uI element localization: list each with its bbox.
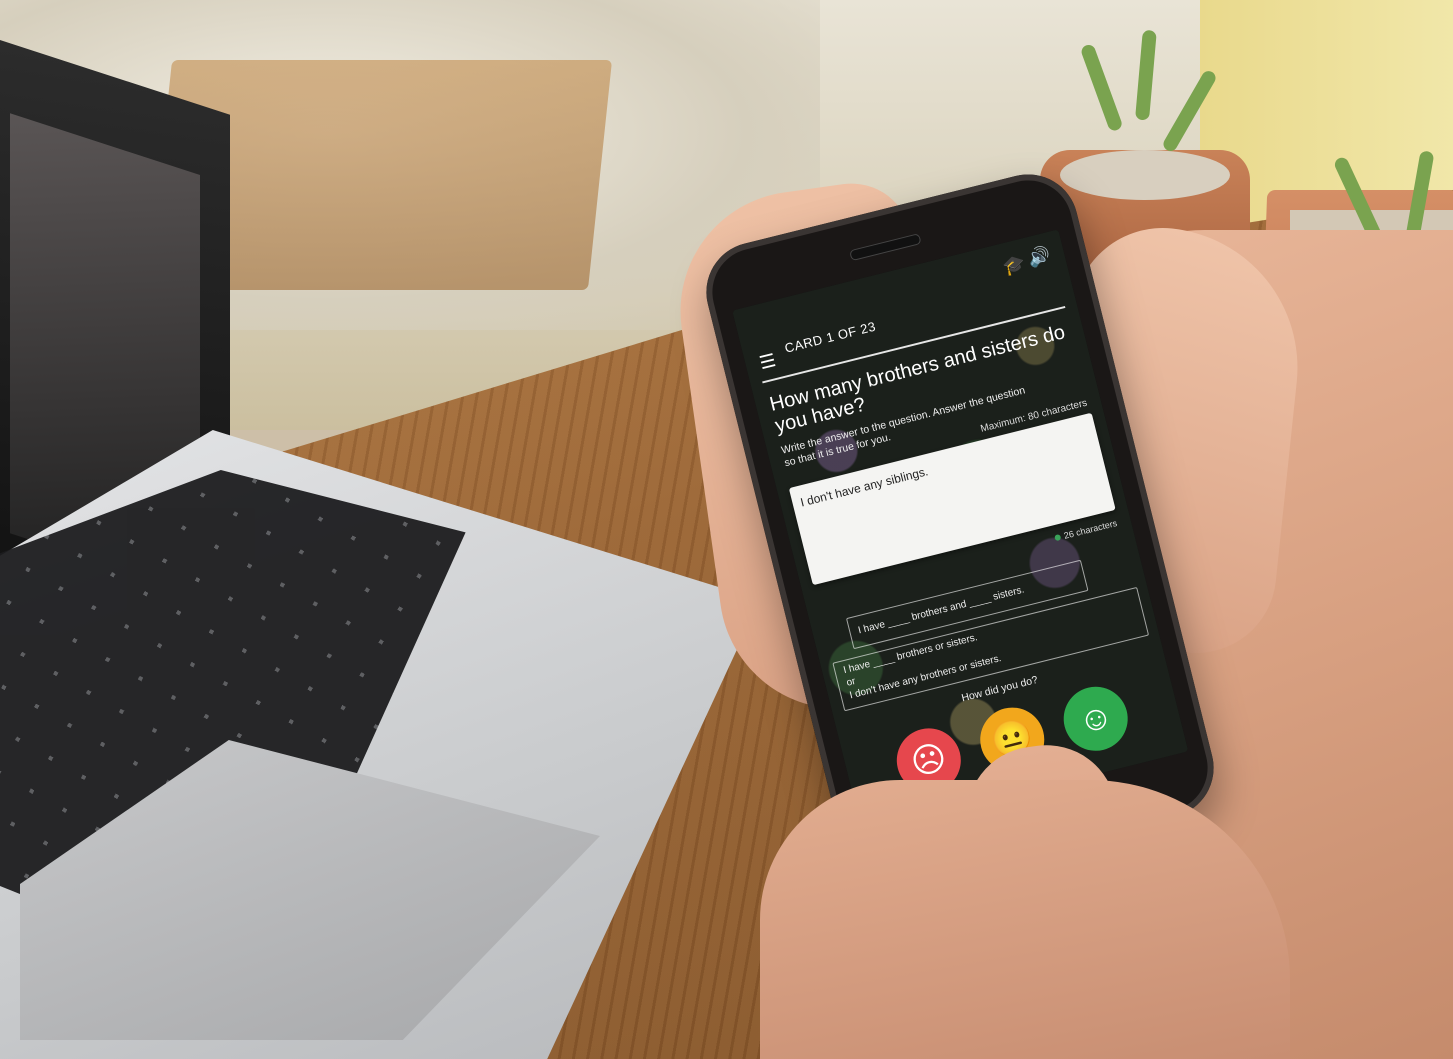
sad-face-icon: ☹ bbox=[907, 737, 951, 784]
plant-pot-soil bbox=[1060, 150, 1230, 200]
phone-speaker bbox=[849, 233, 922, 262]
model-answer-line-2: or bbox=[845, 675, 857, 689]
photo-scene: 🎓 🔊 ☰ CARD 1 OF 23 How many brothers and… bbox=[0, 0, 1453, 1059]
menu-icon[interactable]: ☰ bbox=[757, 350, 778, 374]
sound-icon[interactable]: 🔊 bbox=[1026, 244, 1053, 270]
graduation-cap-icon[interactable]: 🎓 bbox=[1001, 253, 1028, 279]
left-hand-palm bbox=[760, 780, 1290, 1059]
happy-face-icon: ☺ bbox=[1074, 696, 1118, 742]
status-dot-icon bbox=[1054, 533, 1062, 542]
